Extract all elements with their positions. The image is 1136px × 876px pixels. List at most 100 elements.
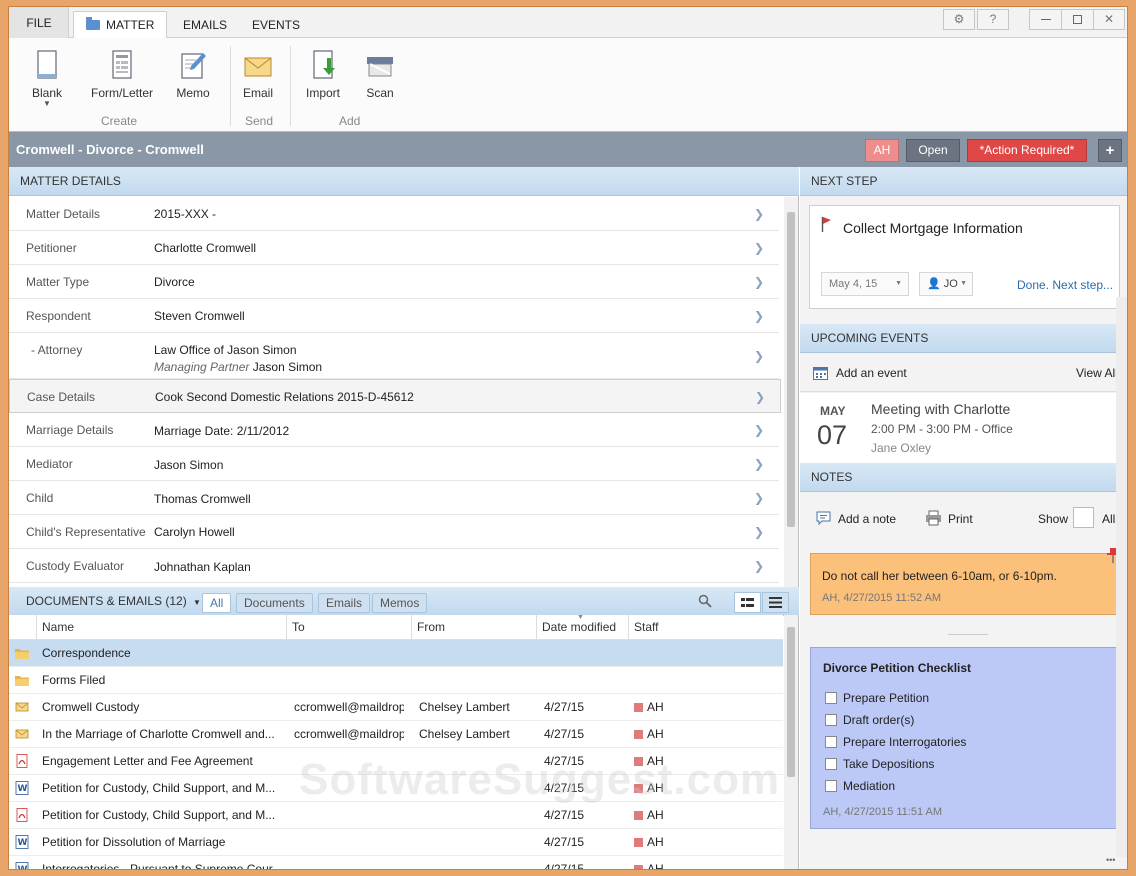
scan-button[interactable]: Scan (363, 50, 397, 100)
checkbox[interactable] (825, 758, 837, 770)
checklist-item[interactable]: Take Depositions (825, 753, 966, 775)
matter-row-label: Custody Evaluator (26, 559, 125, 573)
tab-emails[interactable]: EMAILS (170, 11, 240, 39)
checklist-note-card[interactable]: Divorce Petition Checklist Prepare Petit… (810, 647, 1120, 829)
matter-row-matter-type[interactable]: Matter Type Divorce ❯ (9, 265, 779, 299)
row-staff-label: AH (647, 862, 664, 870)
next-step-date-select[interactable]: May 4, 15 ▼ (821, 272, 909, 296)
matter-row-label: Petitioner (26, 241, 77, 255)
tab-file[interactable]: FILE (9, 7, 69, 38)
add-note-link[interactable]: Add a note (838, 512, 896, 526)
note-text: Do not call her between 6-10am, or 6-10p… (822, 569, 1057, 583)
matter-row-childs-representative[interactable]: Child's Representative Carolyn Howell ❯ (9, 515, 779, 549)
minimize-button[interactable] (1029, 9, 1061, 30)
tab-events[interactable]: EVENTS (239, 11, 313, 39)
table-row[interactable]: W Petition for Dissolution of Marriage 4… (9, 829, 783, 856)
right-panel-scrollbar[interactable] (1116, 297, 1127, 857)
ribbon-divider (230, 46, 231, 126)
matter-row-label: Mediator (26, 457, 73, 471)
matter-row-value: Thomas Cromwell (154, 492, 251, 506)
checkbox[interactable] (825, 714, 837, 726)
user-badge[interactable]: AH (865, 139, 899, 162)
matter-row-matter-details[interactable]: Matter Details 2015-XXX - ❯ (9, 197, 779, 231)
settings-gear-icon[interactable]: ⚙ (943, 9, 975, 30)
checkbox[interactable] (825, 692, 837, 704)
matter-row-marriage-details[interactable]: Marriage Details Marriage Date: 2/11/201… (9, 413, 779, 447)
column-from[interactable]: From (412, 615, 537, 639)
action-required-button[interactable]: *Action Required* (967, 139, 1087, 162)
help-button[interactable]: ? (977, 9, 1009, 30)
add-button[interactable]: + (1098, 139, 1122, 162)
column-to[interactable]: To (287, 615, 412, 639)
row-date: 4/27/15 (544, 727, 585, 741)
row-date: 4/27/15 (544, 700, 585, 714)
matter-row-petitioner[interactable]: Petitioner Charlotte Cromwell ❯ (9, 231, 779, 265)
done-next-step-link[interactable]: Done. Next step... (1017, 278, 1113, 292)
email-icon (15, 702, 29, 712)
checklist-item-label: Mediation (843, 779, 896, 793)
checklist-item[interactable]: Mediation (825, 775, 966, 797)
row-name: Petition for Custody, Child Support, and… (42, 781, 276, 795)
matter-row-label: Respondent (26, 309, 91, 323)
next-step-assignee-select[interactable]: 👤 JO ▼ (919, 272, 973, 296)
list-view-button[interactable] (762, 592, 789, 613)
matter-row-child[interactable]: Child Thomas Cromwell ❯ (9, 481, 779, 515)
column-icon (9, 615, 37, 639)
filter-emails[interactable]: Emails (318, 593, 371, 613)
checkbox[interactable] (825, 736, 837, 748)
import-button[interactable]: Import (303, 50, 343, 100)
email-envelope-icon (244, 50, 272, 80)
matter-row-custody-evaluator[interactable]: Custody Evaluator Johnathan Kaplan ❯ (9, 549, 779, 583)
dropdown-arrow-icon[interactable]: ▼ (193, 598, 201, 607)
table-row[interactable]: Forms Filed (9, 667, 783, 694)
event-item[interactable]: MAY 07 Meeting with Charlotte 2:00 PM - … (800, 393, 1127, 463)
checklist-item[interactable]: Prepare Petition (825, 687, 966, 709)
matter-details-scrollbar[interactable] (784, 197, 798, 587)
table-row[interactable]: In the Marriage of Charlotte Cromwell an… (9, 721, 783, 748)
note-card[interactable]: Do not call her between 6-10am, or 6-10p… (810, 548, 1120, 615)
filter-documents[interactable]: Documents (236, 593, 313, 613)
matter-row-case-details[interactable]: Case Details Cook Second Domestic Relati… (9, 379, 781, 413)
close-button[interactable]: ✕ (1093, 9, 1125, 30)
show-toggle[interactable] (1073, 507, 1094, 528)
column-staff[interactable]: Staff (629, 615, 783, 639)
scrollbar-thumb[interactable] (787, 212, 795, 527)
checkbox[interactable] (825, 780, 837, 792)
print-link[interactable]: Print (948, 512, 973, 526)
scrollbar-thumb[interactable] (787, 627, 795, 777)
column-name[interactable]: Name (37, 615, 287, 639)
table-row[interactable]: Petition for Custody, Child Support, and… (9, 802, 783, 829)
row-to: ccromwell@maildrop (294, 727, 404, 741)
next-step-title[interactable]: Collect Mortgage Information (843, 220, 1023, 236)
tab-matter[interactable]: MATTER (73, 11, 168, 39)
add-event-link[interactable]: Add an event (836, 366, 907, 380)
email-label: Email (242, 86, 273, 100)
checklist-item[interactable]: Prepare Interrogatories (825, 731, 966, 753)
matter-row-respondent[interactable]: Respondent Steven Cromwell ❯ (9, 299, 779, 333)
filter-all[interactable]: All (202, 593, 232, 613)
documents-scrollbar[interactable] (784, 615, 798, 869)
checklist-item[interactable]: Draft order(s) (825, 709, 966, 731)
memo-button[interactable]: Memo (173, 50, 213, 100)
more-options-icon[interactable]: ••• (1106, 855, 1115, 865)
detail-view-button[interactable] (734, 592, 761, 613)
email-button[interactable]: Email (239, 50, 277, 100)
table-row[interactable]: W Interrogatories - Pursuant to Supreme … (9, 856, 783, 870)
table-row[interactable]: Correspondence (9, 640, 783, 667)
matter-row-mediator[interactable]: Mediator Jason Simon ❯ (9, 447, 779, 481)
search-icon[interactable] (698, 594, 712, 611)
table-row[interactable]: Cromwell Custody ccromwell@maildrop Chel… (9, 694, 783, 721)
matter-row-attorney[interactable]: - Attorney Law Office of Jason Simon Man… (9, 333, 779, 379)
blank-button[interactable]: Blank ▼ (29, 50, 65, 108)
form-letter-button[interactable]: Form/Letter (89, 50, 155, 100)
view-all-events-link[interactable]: View All (1076, 366, 1118, 380)
documents-header-title[interactable]: DOCUMENTS & EMAILS (12) (26, 594, 187, 608)
next-step-card: Collect Mortgage Information May 4, 15 ▼ … (809, 205, 1120, 309)
list-view-icon (769, 597, 782, 608)
checklist-item-label: Prepare Petition (843, 691, 930, 705)
maximize-button[interactable] (1061, 9, 1093, 30)
row-name: Petition for Dissolution of Marriage (42, 835, 226, 849)
filter-memos[interactable]: Memos (372, 593, 428, 613)
status-button[interactable]: Open (906, 139, 960, 162)
folder-icon (15, 676, 29, 686)
